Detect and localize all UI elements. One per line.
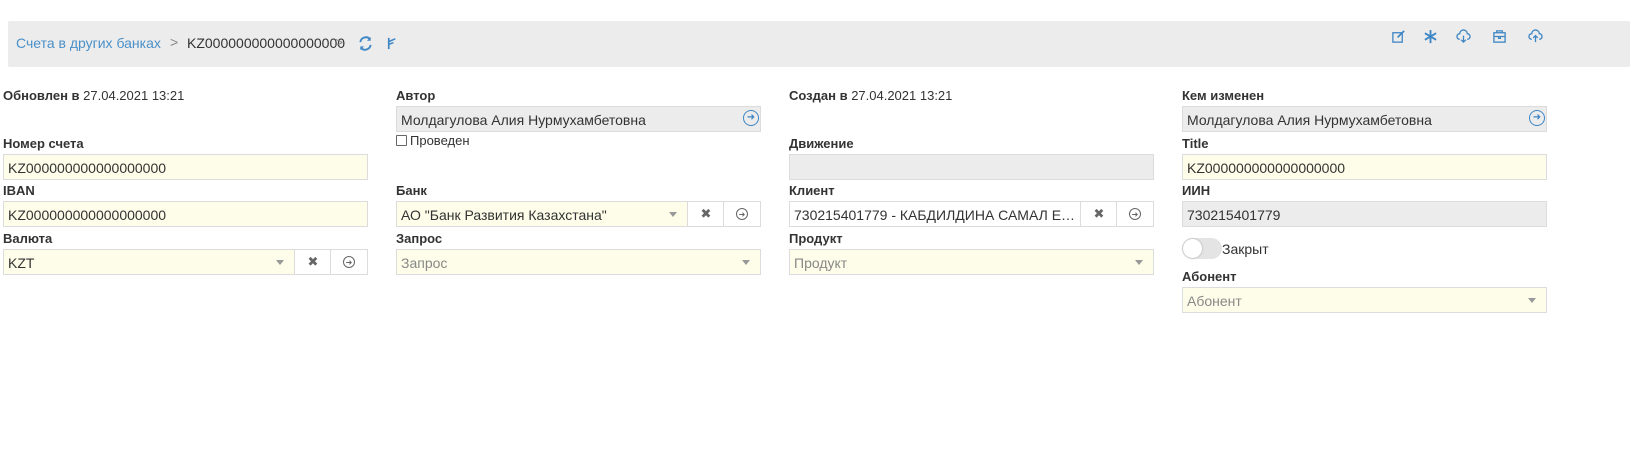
chevron-down-icon[interactable] <box>276 260 284 265</box>
posted-checkbox-row[interactable]: Проведен <box>396 133 470 148</box>
arrow-right-circle-icon: ➜ <box>736 208 748 220</box>
iin-value: 730215401779 <box>1187 207 1281 223</box>
closed-toggle[interactable] <box>1182 238 1222 259</box>
request-select[interactable]: Запрос <box>396 249 761 275</box>
product-select[interactable]: Продукт <box>789 249 1154 275</box>
client-open-button[interactable]: ➜ <box>1116 201 1154 227</box>
client-label: Клиент <box>789 183 835 198</box>
request-placeholder: Запрос <box>401 255 448 271</box>
closed-label: Закрыт <box>1222 240 1269 257</box>
currency-label: Валюта <box>3 231 53 246</box>
bank-value: АО "Банк Развития Казахстана" <box>401 207 607 223</box>
breadcrumb-parent-link[interactable]: Счета в других банках <box>16 35 161 51</box>
request-label: Запрос <box>396 231 443 246</box>
iban-input[interactable]: KZ000000000000000000 <box>3 201 368 227</box>
modified-by-field: Молдагулова Алия Нурмухамбетовна <box>1182 106 1547 132</box>
currency-clear-button[interactable]: ✖ <box>294 249 332 275</box>
currency-select[interactable]: KZT <box>3 249 295 275</box>
product-placeholder: Продукт <box>794 255 848 271</box>
updated-value: 27.04.2021 13:21 <box>83 88 185 103</box>
iin-field: 730215401779 <box>1182 201 1547 227</box>
edit-icon[interactable] <box>1389 27 1407 45</box>
title-input[interactable]: KZ000000000000000000 <box>1182 154 1547 180</box>
close-icon: ✖ <box>307 254 319 269</box>
title-label: Title <box>1182 136 1209 151</box>
arrow-right-circle-icon: ➜ <box>343 256 355 268</box>
posted-label: Проведен <box>410 133 470 148</box>
subscriber-select[interactable]: Абонент <box>1182 287 1547 313</box>
chevron-down-icon[interactable] <box>1528 298 1536 303</box>
movement-field <box>789 154 1154 180</box>
client-clear-button[interactable]: ✖ <box>1080 201 1118 227</box>
breadcrumb-current: KZ000000000000000000 <box>187 35 346 51</box>
posted-checkbox[interactable] <box>396 135 407 146</box>
updated-at: Обновлен в 27.04.2021 13:21 <box>3 88 184 103</box>
chevron-down-icon[interactable] <box>742 260 750 265</box>
created-label: Создан в <box>789 88 848 103</box>
subscriber-label: Абонент <box>1182 269 1237 284</box>
account-number-input[interactable]: KZ000000000000000000 <box>3 154 368 180</box>
iban-value: KZ000000000000000000 <box>8 207 167 223</box>
movement-label: Движение <box>789 136 854 151</box>
closed-toggle-row[interactable]: Закрыт <box>1182 238 1269 259</box>
close-icon: ✖ <box>700 206 712 221</box>
bank-label: Банк <box>396 183 427 198</box>
modified-by-label: Кем изменен <box>1182 88 1265 103</box>
branch-icon[interactable] <box>383 34 401 52</box>
author-open-icon[interactable]: ➜ <box>743 110 759 126</box>
close-icon: ✖ <box>1093 206 1105 221</box>
cloud-upload-icon[interactable] <box>1526 27 1544 45</box>
created-at: Создан в 27.04.2021 13:21 <box>789 88 952 103</box>
breadcrumb-separator: > <box>170 34 179 50</box>
arrow-right-circle-icon: ➜ <box>1129 208 1141 220</box>
iban-label: IBAN <box>3 183 35 198</box>
author-value: Молдагулова Алия Нурмухамбетовна <box>401 112 646 128</box>
toggle-knob <box>1183 239 1202 258</box>
client-select[interactable]: 730215401779 - КАБДИЛДИНА САМАЛ Елта... <box>789 201 1081 227</box>
bank-select[interactable]: АО "Банк Развития Казахстана" <box>396 201 688 227</box>
title-value: KZ000000000000000000 <box>1187 160 1346 176</box>
iin-label: ИИН <box>1182 183 1211 198</box>
breadcrumb-separator: > <box>335 34 344 50</box>
account-number-value: KZ000000000000000000 <box>8 160 167 176</box>
subscriber-placeholder: Абонент <box>1187 293 1242 309</box>
refresh-icon[interactable] <box>356 34 374 52</box>
asterisk-icon[interactable] <box>1421 27 1439 45</box>
chevron-down-icon[interactable] <box>1135 260 1143 265</box>
updated-label: Обновлен в <box>3 88 80 103</box>
bank-clear-button[interactable]: ✖ <box>687 201 725 227</box>
created-value: 27.04.2021 13:21 <box>851 88 953 103</box>
bank-open-button[interactable]: ➜ <box>723 201 761 227</box>
archive-icon[interactable] <box>1490 27 1508 45</box>
author-label: Автор <box>396 88 436 103</box>
currency-open-button[interactable]: ➜ <box>330 249 368 275</box>
modified-by-value: Молдагулова Алия Нурмухамбетовна <box>1187 112 1432 128</box>
product-label: Продукт <box>789 231 843 246</box>
client-value: 730215401779 - КАБДИЛДИНА САМАЛ Елта... <box>794 207 1076 223</box>
modified-by-open-icon[interactable]: ➜ <box>1529 110 1545 126</box>
chevron-down-icon[interactable] <box>669 212 677 217</box>
toolbar: Счета в других банках > KZ00000000000000… <box>8 21 1630 67</box>
author-field: Молдагулова Алия Нурмухамбетовна <box>396 106 761 132</box>
cloud-download-icon[interactable] <box>1454 27 1472 45</box>
account-number-label: Номер счета <box>3 136 84 151</box>
currency-value: KZT <box>8 255 35 271</box>
